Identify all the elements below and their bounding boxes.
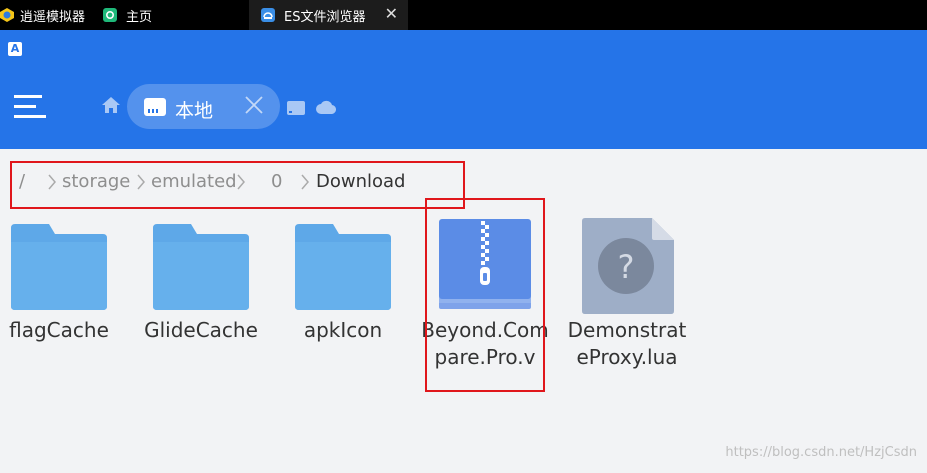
cloud-icon[interactable] <box>316 100 336 114</box>
file-name: DemonstrateProxy.lua <box>567 318 687 369</box>
emulator-logo-icon <box>0 8 14 22</box>
location-tab-label: 本地 <box>175 100 214 122</box>
chevron-right-icon <box>301 174 309 190</box>
window-tab-bar: 逍遥模拟器 主页 ES文件浏览器 ✕ <box>0 0 927 30</box>
folder-icon <box>153 224 249 310</box>
location-tab-local[interactable]: 本地 <box>127 84 280 129</box>
breadcrumb-root[interactable]: / <box>19 171 25 192</box>
unknown-file-icon: ? <box>582 218 674 314</box>
folder-icon <box>295 224 391 310</box>
breadcrumb-emulated[interactable]: emulated <box>151 171 237 192</box>
tab-home-label: 主页 <box>126 9 153 25</box>
chevron-right-icon <box>237 174 245 190</box>
es-app-icon <box>261 8 275 22</box>
selection-highlight-box <box>425 198 545 392</box>
status-a-badge: A <box>8 42 22 56</box>
close-tab-icon[interactable]: ✕ <box>385 6 398 22</box>
breadcrumb-storage[interactable]: storage <box>62 171 130 192</box>
chevron-right-icon <box>48 174 56 190</box>
tab-emulator[interactable]: 逍遥模拟器 <box>0 0 100 30</box>
home-icon[interactable] <box>101 96 121 114</box>
tab-emulator-label: 逍遥模拟器 <box>20 9 86 25</box>
tab-home[interactable]: 主页 <box>100 0 248 30</box>
svg-text:?: ? <box>618 248 635 286</box>
tab-es-file-explorer[interactable]: ES文件浏览器 ✕ <box>249 0 408 30</box>
storage-drive-icon <box>144 98 166 116</box>
app-header: A 本地 <box>0 30 927 149</box>
file-name: GlideCache <box>144 318 258 342</box>
folder-icon <box>11 224 107 310</box>
hamburger-menu-icon[interactable] <box>14 95 46 119</box>
close-location-icon[interactable] <box>243 94 265 116</box>
breadcrumb-0[interactable]: 0 <box>271 171 282 192</box>
watermark: https://blog.csdn.net/HzjCsdn <box>725 445 917 460</box>
home-app-icon <box>103 8 117 22</box>
file-name: flagCache <box>9 318 109 342</box>
chevron-right-icon <box>137 174 145 190</box>
file-name: apkIcon <box>303 318 383 342</box>
sdcard-icon[interactable] <box>287 100 305 116</box>
tab-es-label: ES文件浏览器 <box>284 9 366 25</box>
breadcrumb: / storage emulated 0 Download <box>10 161 465 209</box>
breadcrumb-download[interactable]: Download <box>316 171 405 192</box>
